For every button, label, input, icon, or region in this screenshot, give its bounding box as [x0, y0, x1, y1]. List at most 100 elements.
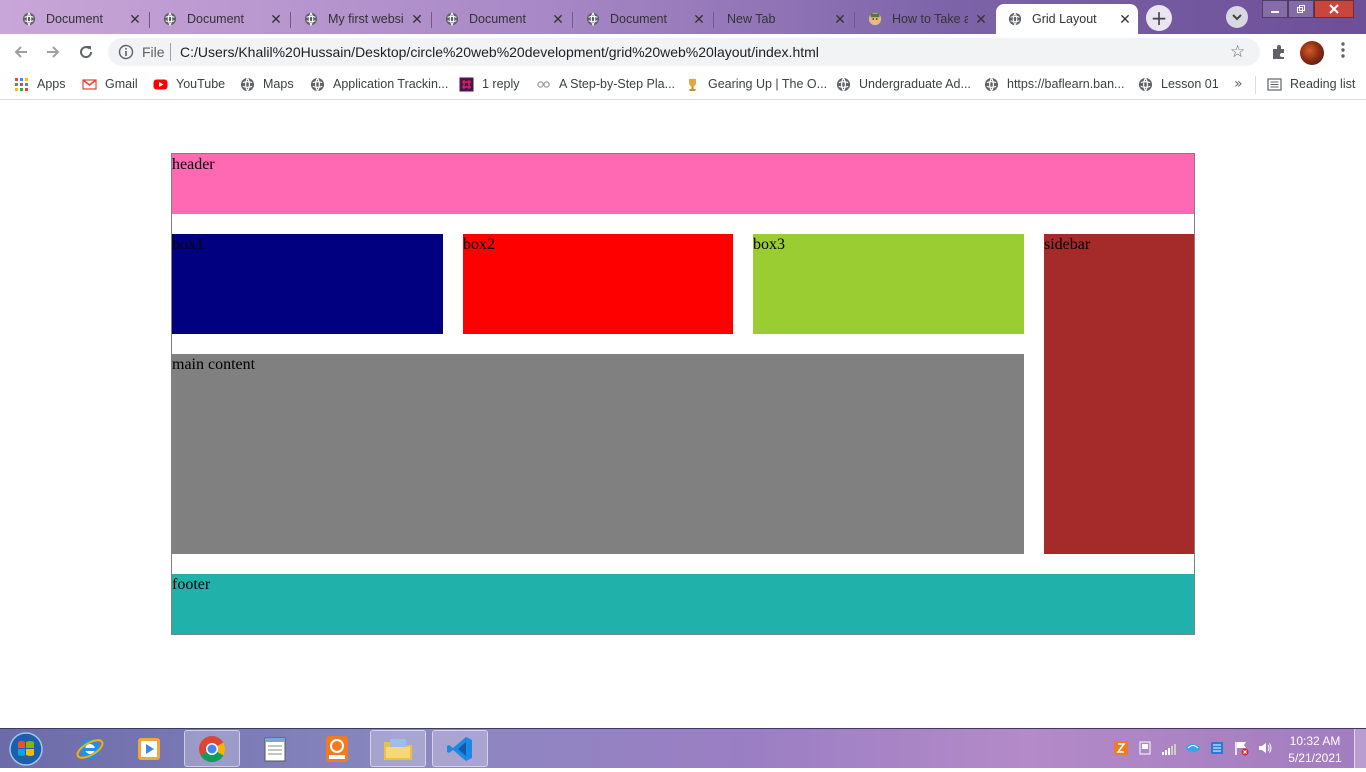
close-icon[interactable]: ✕ [545, 11, 571, 28]
box1-text: box1 [172, 236, 204, 253]
info-icon[interactable] [118, 44, 134, 60]
forward-button[interactable] [42, 42, 64, 62]
tray-device-icon[interactable] [1137, 740, 1153, 756]
maximize-button[interactable] [1288, 0, 1314, 18]
taskbar-internet-explorer[interactable] [62, 730, 118, 767]
more-menu-button[interactable] [1335, 42, 1351, 58]
tab-title: New Tab [727, 12, 776, 26]
tab-document-4[interactable]: Document ✕ [574, 4, 712, 34]
close-icon[interactable]: ✕ [968, 11, 994, 28]
notepad-icon [264, 737, 286, 761]
reading-list-button[interactable]: Reading list [1267, 76, 1355, 92]
tab-separator [572, 12, 573, 28]
minimize-button[interactable] [1262, 0, 1288, 18]
tab-document-2[interactable]: Document ✕ [151, 4, 289, 34]
bookmark-star-icon[interactable]: ☆ [1230, 42, 1245, 62]
start-orb-icon [9, 732, 43, 766]
tab-document-1[interactable]: Document ✕ [10, 4, 148, 34]
bookmark-application-tracking[interactable]: Application Trackin... [310, 76, 448, 92]
bookmark-label: Gmail [105, 77, 138, 91]
tab-my-first-website[interactable]: My first website ✕ [292, 4, 430, 34]
close-window-button[interactable] [1314, 0, 1354, 18]
tab-separator [431, 12, 432, 28]
back-button[interactable] [10, 42, 32, 62]
taskbar-media-player[interactable] [121, 730, 177, 767]
bookmark-step-by-step[interactable]: A Step-by-Step Pla... [536, 76, 675, 92]
action-center-flag-icon[interactable] [1233, 740, 1249, 756]
bookmark-undergraduate-admissions[interactable]: Undergraduate Ad... [836, 76, 971, 92]
bookmark-gmail[interactable]: Gmail [82, 76, 138, 92]
speaker-volume-icon[interactable] [1257, 740, 1273, 756]
bookmarks-overflow-button[interactable]: » [1234, 76, 1243, 92]
gmail-icon [82, 78, 97, 90]
youtube-icon [153, 79, 168, 89]
chrome-icon [199, 735, 226, 762]
show-desktop-button[interactable] [1354, 729, 1366, 768]
globe-icon [445, 12, 459, 26]
start-button[interactable] [4, 730, 44, 768]
reading-list-label: Reading list [1290, 77, 1356, 91]
system-clock[interactable]: 10:32 AM 5/21/2021 [1278, 733, 1352, 767]
url-scheme-label: File [142, 44, 165, 60]
box2-text: box2 [463, 236, 495, 253]
bookmark-gearing-up[interactable]: Gearing Up | The O... [685, 76, 827, 92]
box3-text: box3 [753, 236, 785, 253]
close-icon [1329, 4, 1339, 14]
slack-icon [459, 77, 474, 91]
taskbar-file-explorer[interactable] [370, 730, 426, 767]
close-icon[interactable]: ✕ [827, 11, 853, 28]
tab-grid-layout[interactable]: Grid Layout ✕ [996, 4, 1138, 34]
tab-separator [149, 12, 150, 28]
main-content-block: main content [172, 354, 1024, 554]
tray-app-icon[interactable] [1113, 740, 1129, 756]
bookmark-label: Undergraduate Ad... [859, 77, 971, 91]
tab-search-button[interactable] [1226, 6, 1248, 28]
tab-title: Document [187, 12, 244, 26]
restore-icon [1297, 5, 1305, 13]
windows-update-icon[interactable] [1209, 740, 1225, 756]
extensions-puzzle-icon[interactable] [1270, 43, 1288, 61]
taskbar-pdf-reader[interactable] [309, 730, 365, 767]
bookmark-label: Apps [37, 77, 66, 91]
bookmark-apps[interactable]: Apps [14, 76, 66, 92]
tab-title: Grid Layout [1032, 12, 1097, 26]
new-tab-button[interactable]: + [1146, 5, 1172, 31]
tab-document-3[interactable]: Document ✕ [433, 4, 571, 34]
reload-button[interactable] [75, 42, 97, 62]
tab-how-to-take[interactable]: How to Take a ✕ [856, 4, 994, 34]
profile-avatar[interactable] [1300, 41, 1324, 65]
bookmark-maps[interactable]: Maps [240, 76, 294, 92]
bookmark-baflearn[interactable]: https://baflearn.ban... [984, 76, 1124, 92]
sidebar-block: sidebar [1044, 234, 1194, 554]
network-signal-icon[interactable] [1161, 740, 1177, 756]
box2-block: box2 [463, 234, 733, 334]
minimize-icon [1271, 11, 1279, 13]
taskbar-notepad[interactable] [247, 730, 303, 767]
bookmark-1-reply[interactable]: 1 reply [459, 76, 520, 92]
tab-title: Document [610, 12, 667, 26]
vscode-icon [447, 736, 472, 761]
close-icon[interactable]: ✕ [404, 11, 430, 28]
close-icon[interactable]: ✕ [1112, 11, 1138, 28]
globe-icon [836, 77, 851, 92]
bookmark-label: Maps [263, 77, 294, 91]
close-icon[interactable]: ✕ [263, 11, 289, 28]
tab-new-tab[interactable]: New Tab ✕ [715, 4, 853, 34]
bookmark-label: Lesson 01 [1161, 77, 1219, 91]
taskbar-vscode[interactable] [432, 730, 488, 767]
bluetooth-icon[interactable] [1185, 740, 1201, 756]
tab-separator [290, 12, 291, 28]
box1-block: box1 [172, 234, 443, 334]
bookmark-youtube[interactable]: YouTube [153, 76, 225, 92]
url-text[interactable]: C:/Users/Khalil%20Hussain/Desktop/circle… [180, 44, 819, 60]
avatar-face-icon [868, 12, 882, 26]
globe-icon [22, 12, 36, 26]
bookmark-lesson-01[interactable]: Lesson 01 [1138, 76, 1219, 92]
tab-title: My first website [328, 12, 404, 26]
tab-title: Document [469, 12, 526, 26]
taskbar-chrome[interactable] [184, 730, 240, 767]
trophy-icon [689, 78, 696, 91]
close-icon[interactable]: ✕ [122, 11, 148, 28]
close-icon[interactable]: ✕ [686, 11, 712, 28]
page-viewport: header box1 box2 box3 sidebar main conte… [0, 101, 1366, 728]
